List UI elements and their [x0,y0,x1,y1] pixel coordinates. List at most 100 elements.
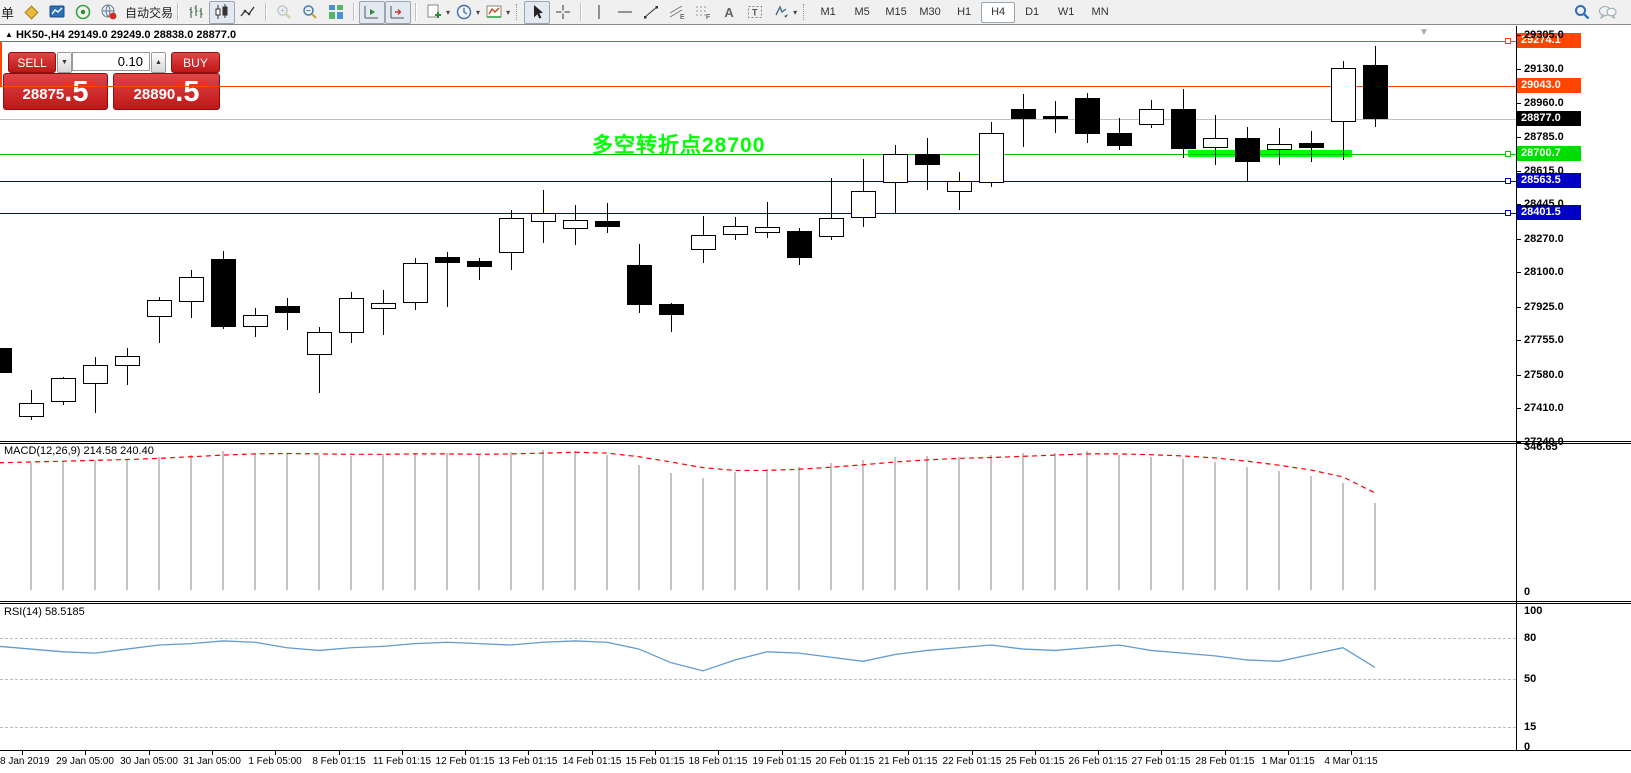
new-order-button[interactable]: 单 [1,3,14,22]
text-tool-icon[interactable]: A [716,1,742,24]
autotrading-icon[interactable] [96,1,122,24]
price-level-line-28401.5[interactable] [0,213,1516,214]
candle [563,220,588,229]
rsi-panel-separator[interactable] [0,601,1631,604]
price-level-line-28877.0[interactable] [0,119,1516,120]
candle [307,332,332,355]
period-clock-icon[interactable] [451,1,477,24]
rsi-axis-label: 50 [1524,672,1536,686]
buy-price-button[interactable]: 28890 .5 [113,73,220,110]
sell-price-main: 28875 [23,84,65,106]
chart-title: ▲ HK50-,H4 29149.0 29249.0 28838.0 28877… [5,29,236,41]
tile-windows-icon[interactable] [323,1,349,24]
macd-histogram-bar [990,455,992,590]
crosshair-tool-icon[interactable] [550,1,576,24]
macd-histogram-bar [1054,453,1056,590]
macd-histogram-bar [62,461,64,590]
collapse-triangle-icon[interactable]: ▲ [5,30,13,39]
search-icon[interactable] [1569,1,1595,24]
zoom-in-icon[interactable] [271,1,297,24]
macd-histogram-bar [766,469,768,590]
new-chart-dropdown[interactable]: ▾ [446,8,450,17]
price-level-line-28563.5[interactable] [0,181,1516,182]
timeframe-M30[interactable]: M30 [913,2,947,23]
toolbar-separator [265,3,267,21]
line-chart-icon[interactable] [235,1,261,24]
chart-shift-marker[interactable]: ▼ [1419,27,1429,38]
rsi-label: RSI(14) 58.5185 [4,606,85,618]
template-dropdown[interactable]: ▾ [506,8,510,17]
bar-chart-icon[interactable] [183,1,209,24]
auto-scroll-icon[interactable] [359,1,385,24]
chart-shift-icon[interactable] [385,1,411,24]
equidistant-channel-tool-icon[interactable]: E [664,1,690,24]
timeframe-D1[interactable]: D1 [1015,2,1049,23]
arrows-tool-icon[interactable] [768,1,794,24]
date-tick [1288,750,1289,755]
timeframe-W1[interactable]: W1 [1049,2,1083,23]
price-level-line-28700.7[interactable] [0,154,1516,155]
timeframe-H4[interactable]: H4 [981,2,1015,23]
chat-icon[interactable] [1595,1,1621,24]
timeframe-MN[interactable]: MN [1083,2,1117,23]
date-label: 30 Jan 05:00 [120,756,178,767]
macd-histogram-bar [574,451,576,590]
gold-seal-icon[interactable] [18,1,44,24]
autotrading-label[interactable]: 自动交易 [125,4,173,21]
new-chart-icon[interactable] [421,1,447,24]
candle [435,257,460,263]
fibonacci-tool-icon[interactable]: F [690,1,716,24]
template-icon[interactable] [481,1,507,24]
macd-histogram-bar [414,453,416,590]
date-tick [655,750,656,755]
line-handle[interactable] [1505,151,1511,157]
timeframe-H1[interactable]: H1 [947,2,981,23]
macd-axis-zero: 0 [1524,585,1530,599]
volume-increase-button[interactable]: ▲ [151,52,166,73]
price-tick-label: 28270.0 [1524,232,1564,246]
buy-button[interactable]: BUY [171,52,220,73]
label-tool-icon[interactable]: T [742,1,768,24]
price-level-line-29274.1[interactable] [0,41,1516,42]
price-tick-label: 28960.0 [1524,96,1564,110]
price-badge[interactable]: 28700.7 [1517,146,1581,161]
volume-input[interactable] [72,52,150,71]
price-tick-mark [1516,103,1521,104]
line-handle[interactable] [1505,210,1511,216]
candlestick-chart-icon[interactable] [209,1,235,24]
line-handle[interactable] [1505,178,1511,184]
mt4-window: 单 自动交易 ▾ ▾ [0,0,1631,773]
vertical-line-tool-icon[interactable] [586,1,612,24]
sell-button[interactable]: SELL [8,52,56,73]
trendline-tool-icon[interactable] [638,1,664,24]
timeframe-M1[interactable]: M1 [811,2,845,23]
candle [179,277,204,302]
date-tick [908,750,909,755]
price-tick-mark [1516,35,1521,36]
timeframe-M15[interactable]: M15 [879,2,913,23]
timeframe-M5[interactable]: M5 [845,2,879,23]
buy-price-fraction: .5 [175,79,199,106]
x-axis-border [0,750,1631,751]
date-tick [339,750,340,755]
signal-icon[interactable] [70,1,96,24]
macd-histogram-bar [1182,459,1184,590]
macd-histogram-bar [670,473,672,590]
market-watch-icon[interactable] [44,1,70,24]
sell-price-button[interactable]: 28875 .5 [3,73,108,110]
price-badge[interactable]: 28877.0 [1517,111,1581,126]
rect-left-edge[interactable] [0,41,2,87]
macd-panel-separator[interactable] [0,441,1631,444]
period-dropdown[interactable]: ▾ [476,8,480,17]
macd-histogram-bar [1022,453,1024,590]
cursor-tool-icon[interactable] [524,1,550,24]
candle [51,378,76,402]
price-badge[interactable]: 29043.0 [1517,78,1581,93]
zoom-out-icon[interactable] [297,1,323,24]
price-level-line-29043.0[interactable] [0,86,1516,87]
horizontal-line-tool-icon[interactable] [612,1,638,24]
price-tick-mark [1516,204,1521,205]
arrows-dropdown[interactable]: ▾ [793,8,797,17]
volume-decrease-button[interactable]: ▼ [57,52,72,73]
line-handle[interactable] [1505,38,1511,44]
